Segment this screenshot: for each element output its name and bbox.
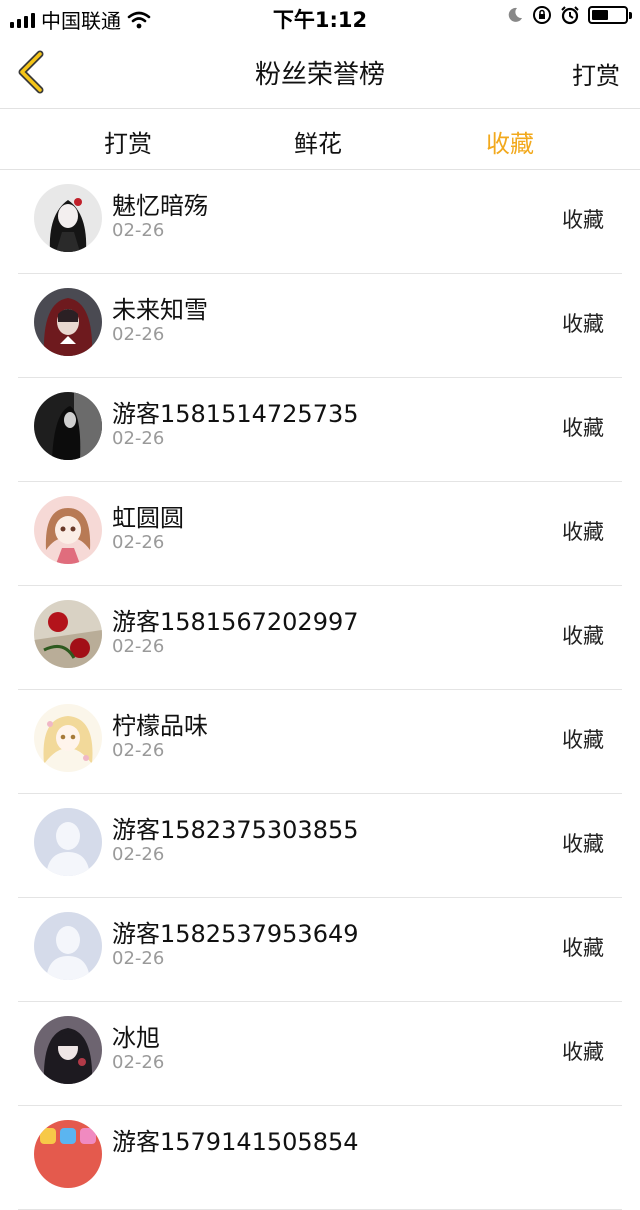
default-user-icon	[34, 808, 102, 876]
avatar[interactable]	[34, 496, 102, 564]
user-name: 魅忆暗殇	[112, 192, 208, 220]
tab-flowers[interactable]: 鲜花	[294, 124, 342, 159]
alarm-icon	[561, 6, 579, 25]
list-item[interactable]: 游客1582375303855 02-26 收藏	[18, 794, 622, 898]
item-date: 02-26	[112, 324, 165, 345]
item-date: 02-26	[112, 532, 165, 553]
action-label: 收藏	[562, 312, 604, 336]
avatar[interactable]	[34, 600, 102, 668]
user-name: 未来知雪	[112, 296, 208, 324]
avatar[interactable]	[34, 704, 102, 772]
list-item[interactable]: 游客1581567202997 02-26 收藏	[18, 586, 622, 690]
action-label: 收藏	[562, 728, 604, 752]
list-item[interactable]: 游客1581514725735 02-26 收藏	[18, 378, 622, 482]
user-name: 游客1579141505854	[112, 1128, 359, 1156]
list-item[interactable]: 柠檬品味 02-26 收藏	[18, 690, 622, 794]
item-date: 02-26	[112, 740, 165, 761]
avatar[interactable]	[34, 912, 102, 980]
user-name: 虹圆圆	[112, 504, 184, 532]
action-label: 收藏	[562, 520, 604, 544]
list-item[interactable]: 虹圆圆 02-26 收藏	[18, 482, 622, 586]
item-date: 02-26	[112, 220, 165, 241]
action-label: 收藏	[562, 416, 604, 440]
battery-icon	[588, 6, 632, 24]
user-name: 游客1581514725735	[112, 400, 359, 428]
avatar[interactable]	[34, 184, 102, 252]
avatar[interactable]	[34, 1016, 102, 1084]
user-name: 游客1581567202997	[112, 608, 359, 636]
item-date: 02-26	[112, 636, 165, 657]
default-user-icon	[34, 912, 102, 980]
user-name: 冰旭	[112, 1024, 160, 1052]
tab-favorites[interactable]: 收藏	[486, 124, 534, 159]
action-label: 收藏	[562, 1040, 604, 1064]
tab-bar: 打赏 鲜花 收藏	[0, 109, 640, 170]
avatar[interactable]	[34, 1120, 102, 1188]
moon-icon	[508, 7, 522, 22]
action-label: 收藏	[562, 936, 604, 960]
tab-reward[interactable]: 打赏	[104, 124, 152, 159]
user-name: 柠檬品味	[112, 712, 208, 740]
reward-button[interactable]: 打赏	[572, 56, 620, 91]
navigation-bar: 粉丝荣誉榜 打赏	[0, 36, 640, 109]
user-name: 游客1582537953649	[112, 920, 359, 948]
action-label: 收藏	[562, 624, 604, 648]
avatar[interactable]	[34, 288, 102, 356]
user-name: 游客1582375303855	[112, 816, 359, 844]
item-date: 02-26	[112, 1052, 165, 1073]
item-date: 02-26	[112, 844, 165, 865]
list-item[interactable]: 冰旭 02-26 收藏	[18, 1002, 622, 1106]
action-label: 收藏	[562, 208, 604, 232]
page-title: 粉丝荣誉榜	[254, 60, 385, 90]
avatar[interactable]	[34, 808, 102, 876]
list-item[interactable]: 游客1579141505854	[18, 1106, 622, 1210]
list-item[interactable]: 未来知雪 02-26 收藏	[18, 274, 622, 378]
status-right	[506, 5, 632, 25]
list-item[interactable]: 魅忆暗殇 02-26 收藏	[18, 170, 622, 274]
list-item[interactable]: 游客1582537953649 02-26 收藏	[18, 898, 622, 1002]
fan-list: 魅忆暗殇 02-26 收藏 未来知雪 02-26 收藏 游客1581514725…	[0, 170, 640, 1210]
avatar[interactable]	[34, 392, 102, 460]
action-label: 收藏	[562, 832, 604, 856]
item-date: 02-26	[112, 428, 165, 449]
rotation-lock-icon	[533, 6, 551, 24]
status-bar: 中国联通 下午1:12	[0, 0, 640, 36]
item-date: 02-26	[112, 948, 165, 969]
